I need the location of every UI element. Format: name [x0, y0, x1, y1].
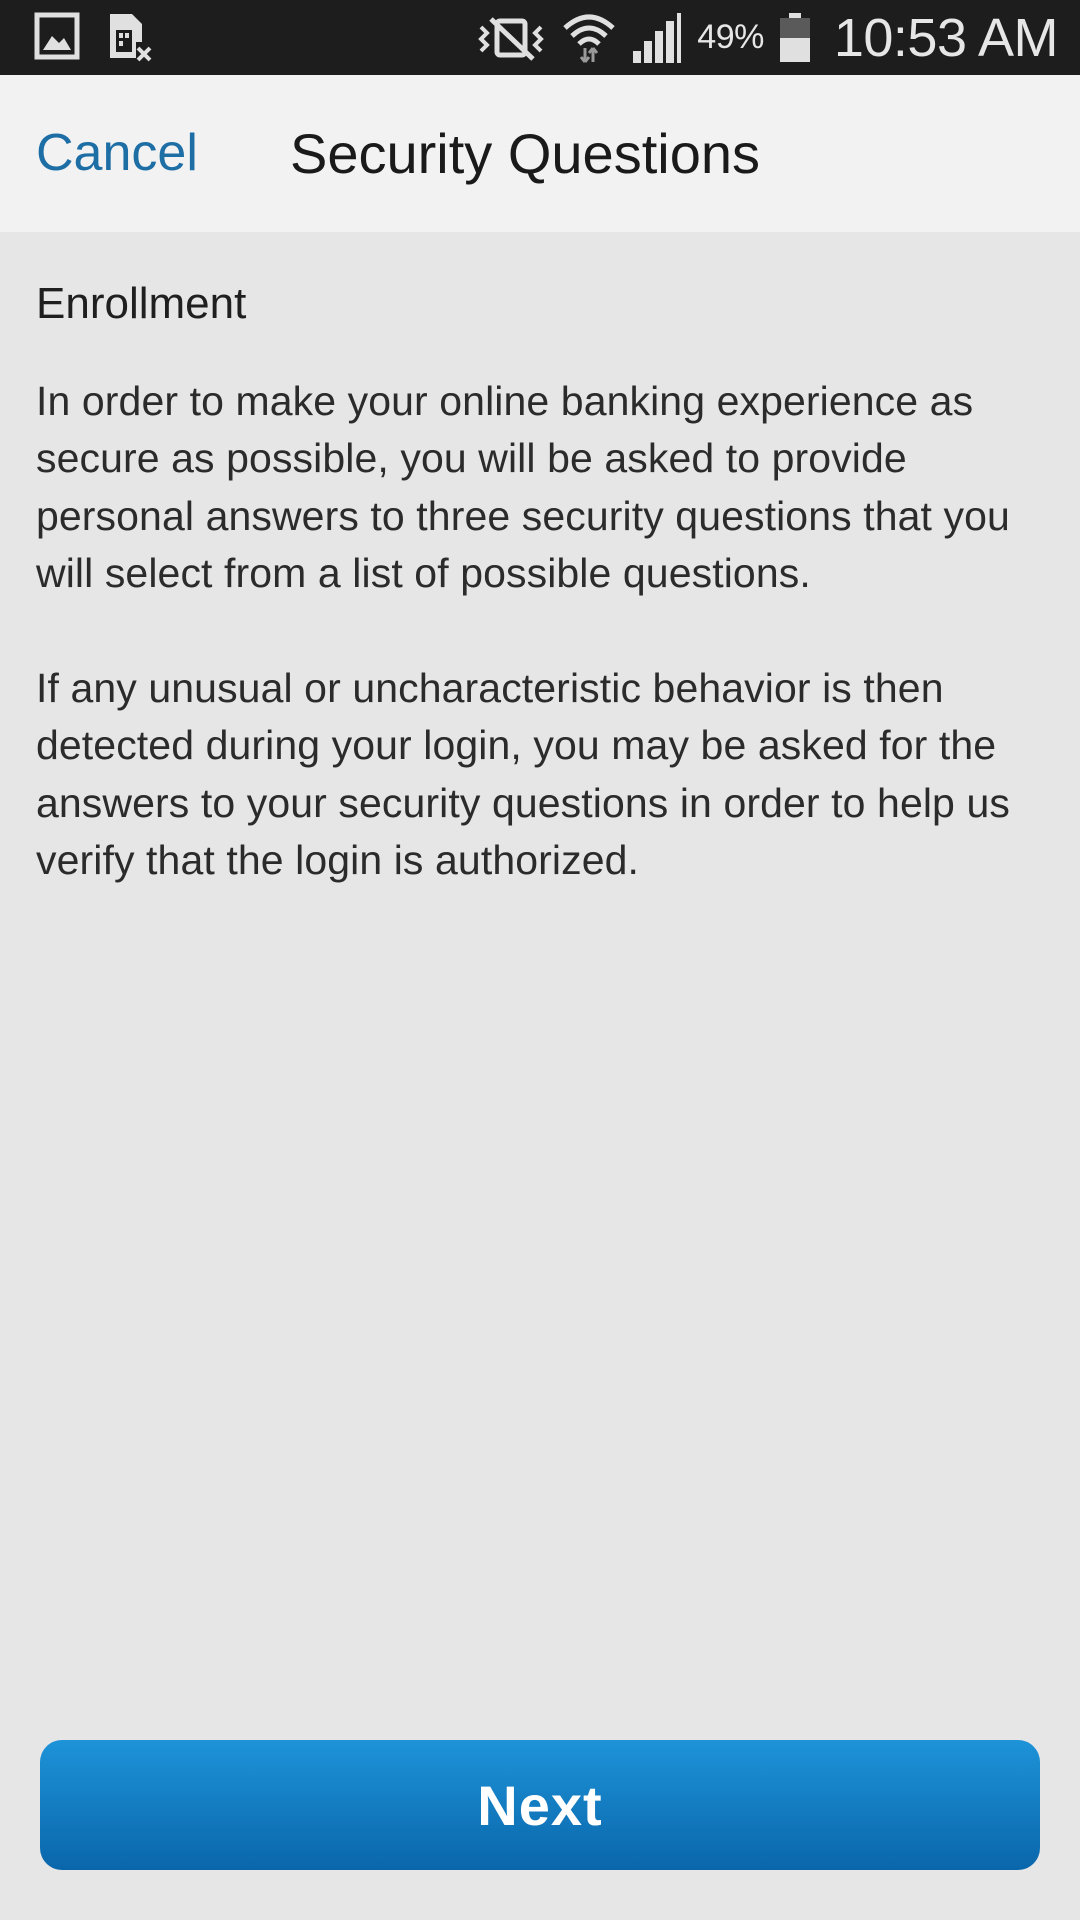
intro-paragraph: In order to make your online banking exp… [36, 377, 1010, 597]
page-title: Security Questions [290, 122, 760, 185]
section-heading: Enrollment [36, 279, 247, 328]
cancel-button[interactable]: Cancel [36, 75, 198, 232]
status-bar-left [34, 12, 154, 64]
verification-paragraph: If any unusual or uncharacteristic behav… [36, 664, 1010, 884]
enrollment-content: Enrollment In order to make your online … [36, 232, 1046, 890]
clock: 10:53 AM [833, 7, 1059, 68]
next-button[interactable]: Next [40, 1740, 1040, 1870]
status-bar-right: 49% 10:53 AM [475, 0, 1059, 75]
gallery-icon [34, 12, 80, 60]
battery-icon [779, 12, 810, 62]
battery-percent: 49% [697, 18, 764, 56]
sim-error-icon [110, 14, 152, 62]
vibrate-mute-icon [478, 16, 545, 61]
signal-icon [633, 12, 682, 63]
status-bar: 49% 10:53 AM [0, 0, 1080, 75]
header-bar: Cancel Security Questions [0, 75, 1080, 232]
wifi-icon [563, 14, 615, 63]
